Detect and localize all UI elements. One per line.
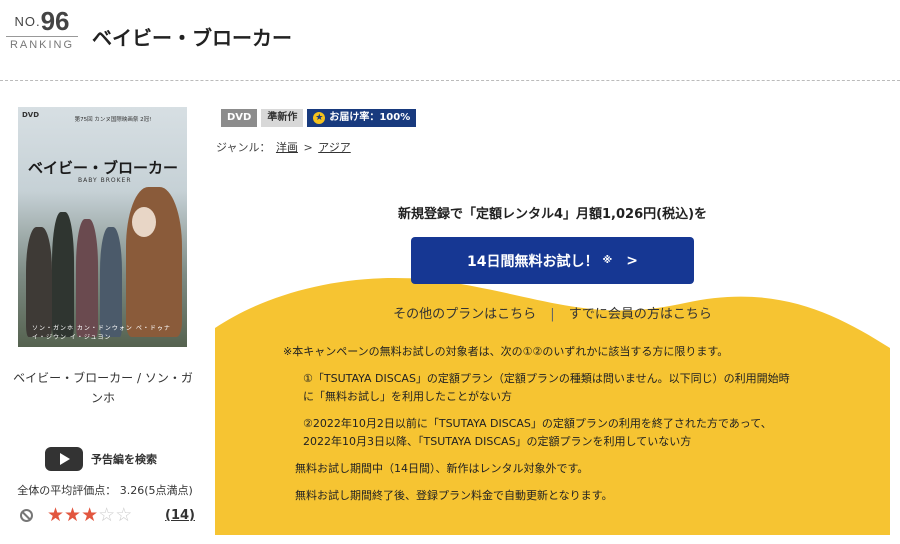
youtube-play-icon [45,447,83,471]
member-login-link[interactable]: すでに会員の方はこちら [569,307,712,322]
genre-link-western[interactable]: 洋画 [276,141,298,154]
note-auto-renewal: 無料お試し期間終了後、登録プラン料金で自動更新となります。 [295,489,613,502]
chevron-right-icon: > [626,252,638,269]
free-trial-label: 14日間無料お試し！ [467,253,599,270]
star-icon-filled: ★ [47,504,65,526]
genre-breadcrumb: ジャンル： 洋画 > アジア [216,139,353,155]
poster-figure [26,227,52,337]
poster-dvd-mark: DVD [22,111,40,119]
note-trial-period: 無料お試し期間中（14日間）、新作はレンタル対象外です。 [295,462,589,475]
note-condition-2-line1: ②2022年10月2日以前に「TSUTAYA DISCAS」の定額プランの利用を… [303,417,772,430]
poster-image[interactable]: DVD 第75回 カンヌ国際映画祭 2冠! ベイビー・ブローカー BABY BR… [18,107,187,347]
rank-number: NO.96 [6,8,78,34]
semi-new-badge: 準新作 [261,109,304,127]
average-rating: 全体の平均評価点： 3.26(5点満点) [0,482,210,498]
delivery-rate-badge: ★ お届け率：100% [307,109,417,127]
star-rating: ★★★☆☆ [47,506,132,525]
trailer-search-button[interactable]: 予告編を検索 [45,447,157,471]
rank-num: 96 [40,6,70,36]
review-count-link[interactable]: (14) [165,508,195,523]
poster-figure [126,187,182,337]
free-trial-button[interactable]: 14日間無料お試し！ ※ > [411,237,694,284]
poster-credits: ソン・ガンホ カン・ドンウォン ペ・ドゥナ イ・ジウン イ・ジュヨン [32,325,171,341]
star-icon-empty: ☆ [115,504,133,526]
footnote-mark: ※ [602,255,613,266]
poster-subtitle: BABY BROKER [78,177,132,184]
other-plans-link[interactable]: その他のプランはこちら [393,307,536,322]
note-condition-1-line1: ①「TSUTAYA DISCAS」の定額プラン（定額プランの種類は問いません。以… [303,372,790,385]
note-condition-1-line2: に「無料お試し」を利用したことがない方 [303,390,512,403]
note-condition-1: ①「TSUTAYA DISCAS」の定額プラン（定額プランの種類は問いません。以… [283,370,873,406]
campaign-notes: ※本キャンペーンの無料お試しの対象者は、次の①②のいずれかに該当する方に限ります… [283,343,873,514]
delivery-rate-text: お届け率：100% [329,112,411,123]
genre-label: ジャンル： [216,141,271,154]
note-condition-2-line2: 2022年10月3日以降、「TSUTAYA DISCAS」の定額プランを利用して… [303,435,692,448]
star-badge-icon: ★ [313,112,326,124]
campaign-headline: 新規登録で「定額レンタル4」月額1,026円(税込)を [397,207,708,222]
badge-group: DVD 準新作 ★ お届け率：100% [221,109,417,127]
genre-link-asia[interactable]: アジア [318,141,351,154]
poster-festival-text: 第75回 カンヌ国際映画祭 2冠! [74,117,152,123]
rating-row: ★★★☆☆ (14) [20,506,195,525]
poster-figure [52,212,74,337]
rank-divider [6,36,78,37]
star-icon-empty: ☆ [98,504,116,526]
poster-title: ベイビー・ブローカー [28,159,179,177]
rank-no-label: NO. [14,14,41,29]
poster-figure [100,227,122,337]
page-title[interactable]: ベイビー・ブローカー [92,22,292,51]
link-separator: | [550,307,555,322]
poster-caption[interactable]: ベイビー・ブローカー / ソン・ガンホ [10,368,196,408]
prohibited-icon[interactable] [20,509,33,522]
star-icon-filled: ★ [64,504,82,526]
header-divider [0,80,900,81]
genre-separator: > [303,141,313,154]
ranking-badge: NO.96 RANKING [6,8,78,51]
star-icon-filled: ★ [81,504,99,526]
rank-label: RANKING [9,39,75,51]
rating-value: 3.26(5点満点) [119,484,193,497]
trailer-label: 予告編を検索 [91,453,157,466]
plan-links: その他のプランはこちら | すでに会員の方はこちら [215,303,890,322]
rating-label: 全体の平均評価点： [17,484,117,497]
note-eligibility: ※本キャンペーンの無料お試しの対象者は、次の①②のいずれかに該当する方に限ります… [283,345,729,358]
poster-figure [76,219,98,337]
poster-figure [132,207,156,237]
note-condition-2: ②2022年10月2日以前に「TSUTAYA DISCAS」の定額プランの利用を… [283,415,873,451]
dvd-badge: DVD [221,109,258,127]
